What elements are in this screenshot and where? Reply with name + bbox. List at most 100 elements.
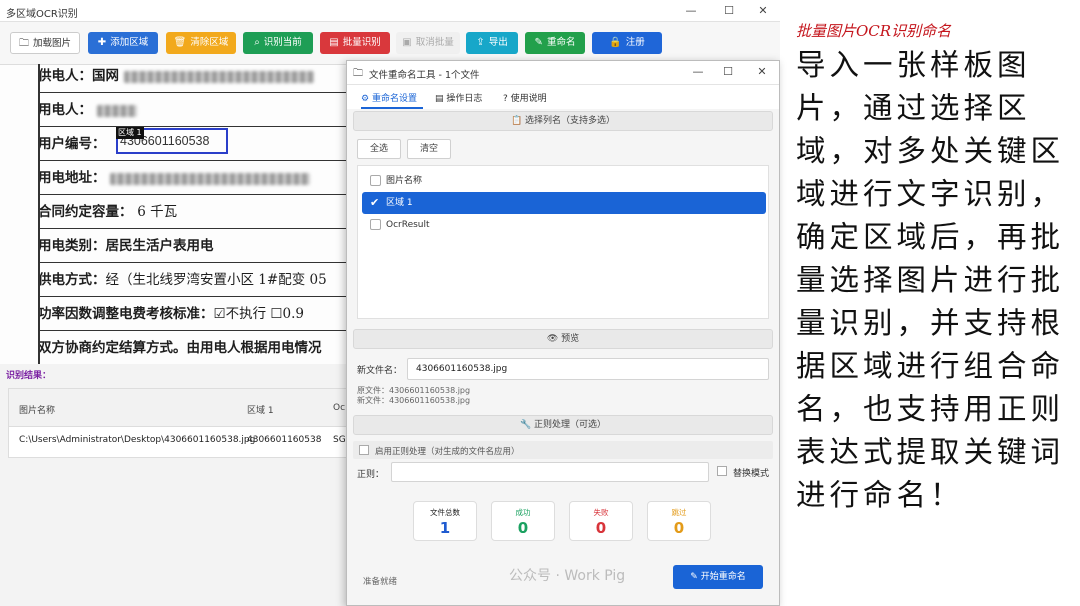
dialog-title-bar: 🗀 文件重命名工具 - 1个文件 — ☐ ✕ [347,61,779,85]
batch-recognize-button[interactable]: ▤ 批量识别 [320,32,390,54]
register-button[interactable]: 🔒 注册 [592,32,662,54]
load-image-label: 加载图片 [32,38,71,49]
tab-help[interactable]: ? 使用说明 [503,91,547,104]
stat-skipped: 跳过 0 [647,501,711,541]
cancel-batch-button[interactable]: ▣ 取消批量 [396,32,460,54]
stat-failed: 失败 0 [569,501,633,541]
regex-label: 正则： [357,470,385,480]
batch-icon: ▤ [329,37,339,48]
dialog-tabs: ⚙ 重命名设置 ▤ 操作日志 ? 使用说明 [347,85,779,109]
list-item[interactable]: OcrResult [362,214,766,236]
export-label: 导出 [488,37,508,48]
eye-icon: 👁 [546,334,559,344]
doc-row: 供电方式：经（生北线罗湾安置小区 1#配变 05 [38,263,350,297]
window-title: 多区域OCR识别 [6,9,78,20]
results-table: 图片名称 区域 1 Oc C:\Users\Administrator\Desk… [8,388,348,458]
close-icon[interactable]: ✕ [747,63,777,81]
tab-operation-log[interactable]: ▤ 操作日志 [435,91,482,104]
maximize-icon[interactable]: ☐ [713,63,743,81]
load-image-button[interactable]: 🗀 加载图片 [10,32,80,54]
question-icon: ? [503,94,508,104]
wrench-icon: 🔧 [519,420,532,430]
add-region-label: 添加区域 [110,37,149,48]
enable-regex-row[interactable]: 启用正则处理（对生成的文件名应用） [353,441,773,459]
trash-icon: 🗑 [173,37,187,48]
rename-toolbar-label: 重命名 [546,37,576,48]
doc-row: 供电人：国网 [38,65,350,93]
replace-mode-label: 替换模式 [733,469,770,479]
doc-row: 合同约定容量： 6 千瓦 [38,195,350,229]
col-header[interactable]: 区域 1 [247,403,274,416]
checkbox[interactable] [370,175,381,186]
doc-border [38,64,40,364]
list-item[interactable]: ✔ 区域 1 [362,192,766,214]
minimize-icon[interactable]: — [676,2,706,20]
stat-success: 成功 0 [491,501,555,541]
results-label: 识别结果： [6,371,52,381]
toolbar: 🗀 加载图片 ✚ 添加区域 🗑 清除区域 ⌕ 识别当前 ▤ 批量识别 ▣ 取消批量 ⇪ 导出 … [0,22,780,64]
table-cell[interactable]: SG [333,435,346,445]
cancel-batch-label: 取消批量 [415,37,454,48]
lock-icon: 🔒 [609,37,622,48]
column-list: 图片名称 ✔ 区域 1 OcrResult [357,165,769,319]
plus-icon: ✚ [97,37,107,48]
checkbox[interactable] [370,219,381,230]
document-image[interactable]: 供电人：国网 用电人： 用户编号： 用电地址： 合同约定容量： 6 千瓦 用电类… [0,64,350,364]
pencil-icon: ✎ [534,37,543,48]
folder-icon: 🗀 [18,38,29,49]
pencil-icon: ✎ [690,572,698,582]
start-rename-button[interactable]: ✎ 开始重命名 [673,565,763,589]
side-text: 导入一张样板图片，通过选择区域，对多处关键区域进行文字识别，确定区域后，再批量选… [796,48,1065,512]
folder-icon: 🗀 [353,68,363,79]
gear-icon: ⚙ [361,94,370,104]
col-header[interactable]: 图片名称 [19,403,55,416]
export-icon: ⇪ [476,37,485,48]
clear-button[interactable]: 清空 [407,139,451,159]
title-bar: 多区域OCR识别 — ☐ ✕ [0,0,780,22]
rename-toolbar-button[interactable]: ✎ 重命名 [525,32,585,54]
doc-row: 用电类别：居民生活户表用电 [38,229,350,263]
table-cell[interactable]: C:\Users\Administrator\Desktop\430660116… [19,435,255,445]
log-icon: ▤ [435,94,444,104]
list-item[interactable]: 图片名称 [362,170,766,192]
watermark: 公众号 · Work Pig [509,568,626,584]
select-all-button[interactable]: 全选 [357,139,401,159]
col-header[interactable]: Oc [333,403,345,413]
results-header: 图片名称 区域 1 Oc [9,389,347,427]
new-name-field[interactable]: 4306601160538.jpg [407,358,769,380]
add-region-button[interactable]: ✚ 添加区域 [88,32,158,54]
maximize-icon[interactable]: ☐ [714,2,744,20]
search-icon: ⌕ [254,37,260,48]
doc-row: 双方协商约定结算方式。由用电人根据用电情况 [38,331,350,364]
export-button[interactable]: ⇪ 导出 [466,32,518,54]
register-label: 注册 [625,37,645,48]
regex-header: 🔧 正则处理（可选） [353,415,773,435]
active-tab-underline [361,107,423,109]
stop-icon: ▣ [402,37,412,48]
clipboard-icon: 📋 [510,116,523,126]
recognize-current-label: 识别当前 [263,37,302,48]
side-title: 批量图片OCR识别命名 [796,22,952,40]
check-icon[interactable]: ✔ [370,197,381,208]
select-columns-header: 📋 选择列名（支持多选） [353,111,773,131]
region-tag: 区域 1 [116,127,144,139]
checkbox[interactable] [359,445,369,455]
recognize-current-button[interactable]: ⌕ 识别当前 [243,32,313,54]
new-name-label: 新文件名： [357,366,403,376]
stat-total: 文件总数 1 [413,501,477,541]
new-file-text: 新文件：4306601160538.jpg [357,396,471,405]
status-text: 准备就绪 [363,577,398,587]
minimize-icon[interactable]: — [683,63,713,81]
clear-regions-button[interactable]: 🗑 清除区域 [166,32,236,54]
doc-row: 功率因数调整电费考核标准：☑不执行 ☐0.9 [38,297,350,331]
checkbox[interactable] [717,466,727,476]
tab-rename-settings[interactable]: ⚙ 重命名设置 [361,91,417,104]
dialog-title: 文件重命名工具 - 1个文件 [369,70,480,81]
clear-regions-label: 清除区域 [190,37,229,48]
regex-input[interactable] [391,462,709,482]
enable-regex-label: 启用正则处理（对生成的文件名应用） [375,447,520,457]
table-cell[interactable]: 4306601160538 [247,435,321,445]
close-icon[interactable]: ✕ [748,2,778,20]
batch-recognize-label: 批量识别 [342,37,381,48]
preview-header: 👁 预览 [353,329,773,349]
